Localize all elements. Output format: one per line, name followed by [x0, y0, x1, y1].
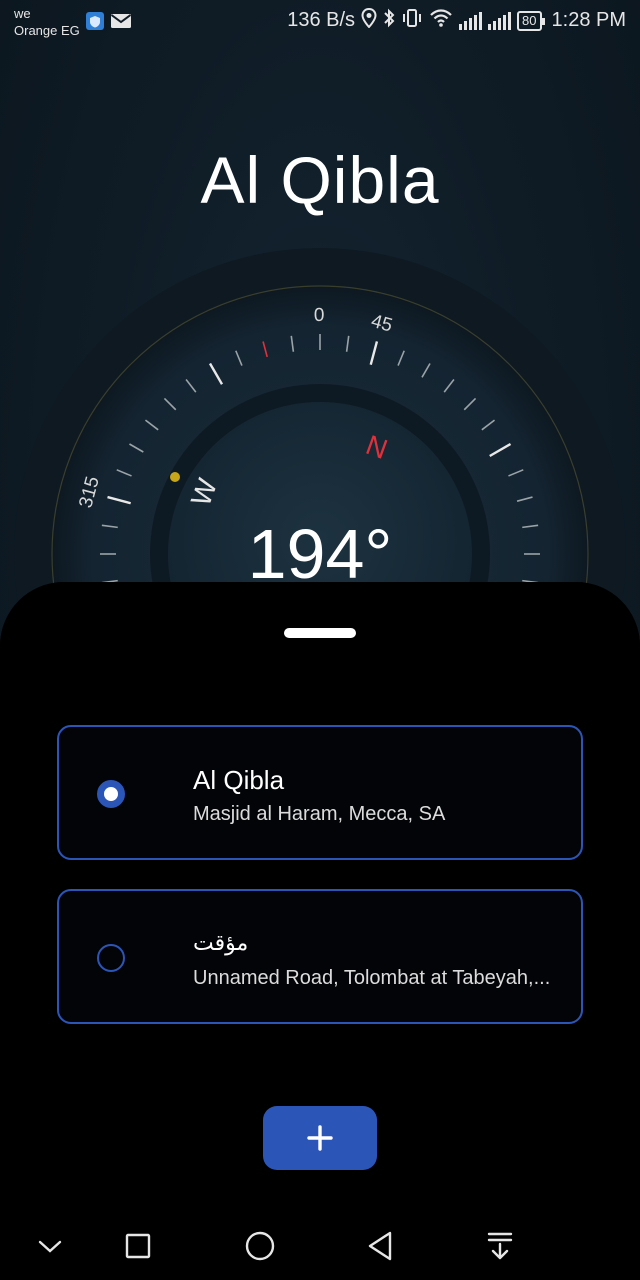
status-left-icons: [86, 12, 132, 30]
location-subtitle: Unnamed Road, Tolombat at Tabeyah,...: [193, 967, 551, 989]
signal-icon-2: [488, 11, 512, 30]
vibrate-icon: [401, 8, 423, 33]
location-radio-selected[interactable]: [97, 780, 125, 808]
battery-indicator: 80: [517, 10, 546, 31]
carrier-line-2: Orange EG: [14, 23, 80, 38]
back-triangle-icon[interactable]: [360, 1226, 400, 1266]
location-title: مؤقت: [193, 931, 249, 956]
net-speed: 136 B/s: [287, 9, 356, 31]
status-bar: we Orange EG 136 B/s 80 1:28 PM: [0, 0, 640, 44]
status-right-icons: 136 B/s 80 1:28 PM: [287, 7, 626, 33]
add-location-button[interactable]: [263, 1106, 377, 1170]
compass-ring-label: 0: [314, 305, 325, 326]
shield-icon: [86, 12, 104, 30]
notification-pull-icon[interactable]: [480, 1226, 520, 1266]
plus-icon: [307, 1125, 333, 1151]
recents-square-icon[interactable]: [118, 1226, 158, 1266]
location-card-al-qibla[interactable]: Al Qibla Masjid al Haram, Mecca, SA: [57, 725, 583, 860]
bluetooth-icon: [383, 8, 395, 33]
sheet-drag-handle[interactable]: [284, 628, 356, 638]
location-card-temporary[interactable]: مؤقت Unnamed Road, Tolombat at Tabeyah,.…: [57, 889, 583, 1024]
page-title: Al Qibla: [200, 143, 440, 217]
qibla-marker-dot: [170, 472, 180, 482]
location-subtitle: Masjid al Haram, Mecca, SA: [193, 803, 446, 825]
carrier-line-1: we: [14, 6, 31, 21]
navigation-bar: [0, 1210, 640, 1280]
home-circle-icon[interactable]: [240, 1226, 280, 1266]
location-title: Al Qibla: [193, 765, 285, 795]
mail-icon: [110, 12, 132, 30]
location-icon: [361, 7, 377, 33]
signal-icon-1: [459, 11, 483, 30]
clock: 1:28 PM: [551, 9, 626, 31]
location-radio-unselected[interactable]: [97, 944, 125, 972]
wifi-icon: [429, 8, 453, 33]
chevron-down-icon[interactable]: [30, 1226, 70, 1266]
carrier-info: we Orange EG: [14, 5, 80, 39]
